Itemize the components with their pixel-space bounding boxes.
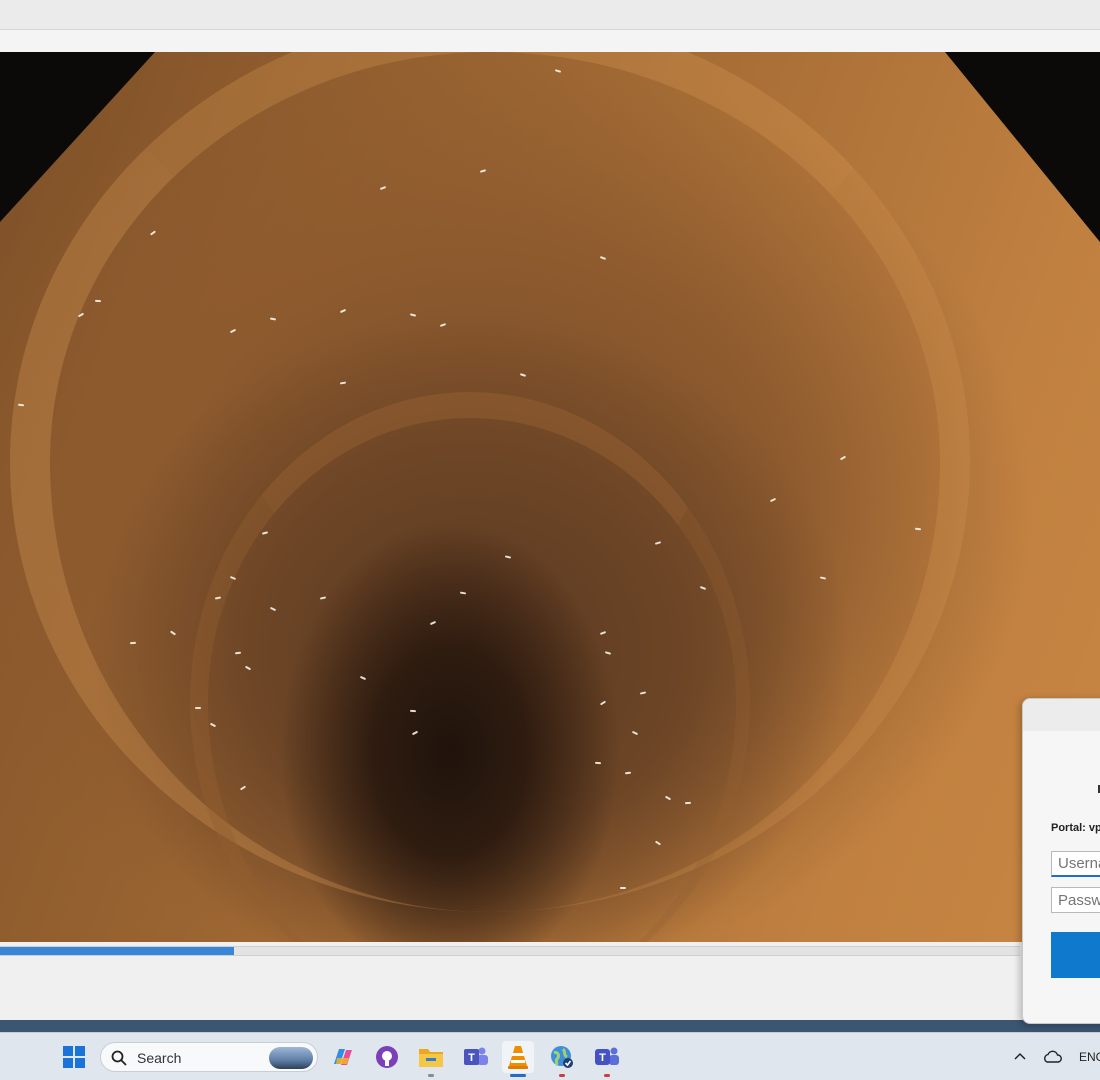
taskbar-globe-vpn[interactable] <box>546 1041 578 1077</box>
seek-bar-progress <box>0 947 234 955</box>
taskbar: Search T T EN <box>0 1032 1100 1080</box>
github-desktop-icon <box>376 1046 398 1068</box>
onedrive-button[interactable] <box>1038 1041 1066 1073</box>
light-reflection <box>429 620 437 626</box>
mucosal-fold-inner <box>190 392 750 942</box>
light-reflection <box>620 887 626 889</box>
light-reflection <box>439 323 447 327</box>
light-reflection <box>819 576 827 580</box>
light-reflection <box>339 381 347 385</box>
taskbar-vlc[interactable] <box>502 1041 534 1077</box>
light-reflection <box>839 455 847 461</box>
light-reflection <box>769 497 777 503</box>
light-reflection <box>359 675 367 681</box>
light-reflection <box>319 596 327 600</box>
show-hidden-icons-button[interactable] <box>1006 1041 1034 1073</box>
light-reflection <box>169 630 177 636</box>
light-reflection <box>94 299 102 303</box>
taskbar-teams-new[interactable]: T <box>591 1041 623 1077</box>
password-input[interactable] <box>1051 887 1100 913</box>
light-reflection <box>229 328 237 334</box>
light-reflection <box>631 730 639 736</box>
light-reflection <box>459 591 467 595</box>
light-reflection <box>624 771 632 775</box>
vpn-login-dialog: Portal: vp <box>1022 698 1100 1024</box>
menu-strip[interactable] <box>0 30 1100 52</box>
light-reflection <box>194 706 202 710</box>
running-indicator <box>559 1074 565 1077</box>
globe-vpn-icon <box>551 1046 573 1068</box>
media-player-window <box>0 0 1100 1032</box>
light-reflection <box>699 585 707 591</box>
light-reflection <box>244 665 252 671</box>
taskbar-search-box[interactable]: Search <box>100 1042 318 1072</box>
light-reflection <box>269 317 277 321</box>
video-area[interactable] <box>0 52 1100 942</box>
light-reflection <box>639 691 647 695</box>
player-controls-area <box>0 958 1100 1022</box>
light-reflection <box>17 403 25 407</box>
connect-button[interactable] <box>1051 932 1100 978</box>
search-icon <box>111 1050 127 1066</box>
light-reflection <box>519 373 527 377</box>
chevron-up-icon <box>1014 1052 1026 1060</box>
light-reflection <box>654 840 662 846</box>
light-reflection <box>261 531 269 535</box>
desktop-wallpaper <box>0 1020 1100 1032</box>
light-reflection <box>234 651 242 655</box>
windows-start-button[interactable] <box>58 1041 90 1073</box>
light-reflection <box>214 596 222 600</box>
running-indicator <box>428 1074 434 1077</box>
taskbar-github-desktop[interactable] <box>371 1041 403 1073</box>
light-reflection <box>379 185 387 191</box>
title-bar[interactable] <box>0 0 1100 30</box>
taskbar-teams[interactable]: T <box>460 1041 492 1073</box>
teams-icon: T <box>464 1047 488 1065</box>
light-reflection <box>77 312 85 318</box>
taskbar-copilot[interactable] <box>327 1041 359 1073</box>
running-indicator <box>604 1074 610 1077</box>
light-reflection <box>269 606 277 612</box>
light-reflection <box>554 69 562 73</box>
cloud-icon <box>1044 1050 1062 1063</box>
light-reflection <box>149 230 157 236</box>
windows-start-icon <box>63 1046 85 1068</box>
svg-text:T: T <box>599 1052 606 1064</box>
light-reflection <box>504 555 512 559</box>
file-explorer-icon <box>419 1049 443 1067</box>
username-input[interactable] <box>1051 851 1100 877</box>
active-indicator <box>510 1074 526 1077</box>
light-reflection <box>684 801 692 805</box>
endoscopy-video-frame <box>0 52 1100 942</box>
dialog-title-bar[interactable] <box>1023 699 1100 731</box>
taskbar-file-explorer[interactable] <box>415 1041 447 1077</box>
light-reflection <box>594 761 602 765</box>
light-reflection <box>409 313 417 317</box>
light-reflection <box>479 169 487 173</box>
light-reflection <box>664 795 672 801</box>
search-label: Search <box>137 1050 182 1066</box>
seek-bar[interactable] <box>0 946 1020 956</box>
light-reflection <box>239 785 247 791</box>
light-reflection <box>409 709 417 713</box>
light-reflection <box>229 575 237 581</box>
mucosal-fold-outer <box>10 52 970 912</box>
vlc-icon <box>508 1046 528 1069</box>
light-reflection <box>209 722 217 728</box>
search-highlight-image <box>269 1047 313 1069</box>
light-reflection <box>411 730 419 736</box>
light-reflection <box>914 527 922 531</box>
svg-text:T: T <box>468 1052 475 1064</box>
light-reflection <box>599 631 607 635</box>
language-indicator[interactable]: ENG <box>1079 1050 1100 1064</box>
portal-label: Portal: vp <box>1051 822 1100 834</box>
light-reflection <box>599 700 607 706</box>
light-reflection <box>339 308 347 314</box>
copilot-icon <box>334 1049 352 1065</box>
light-reflection <box>604 651 612 655</box>
light-reflection <box>654 541 662 545</box>
light-reflection <box>129 641 137 645</box>
teams-new-icon: T <box>595 1047 619 1065</box>
light-reflection <box>599 256 607 260</box>
